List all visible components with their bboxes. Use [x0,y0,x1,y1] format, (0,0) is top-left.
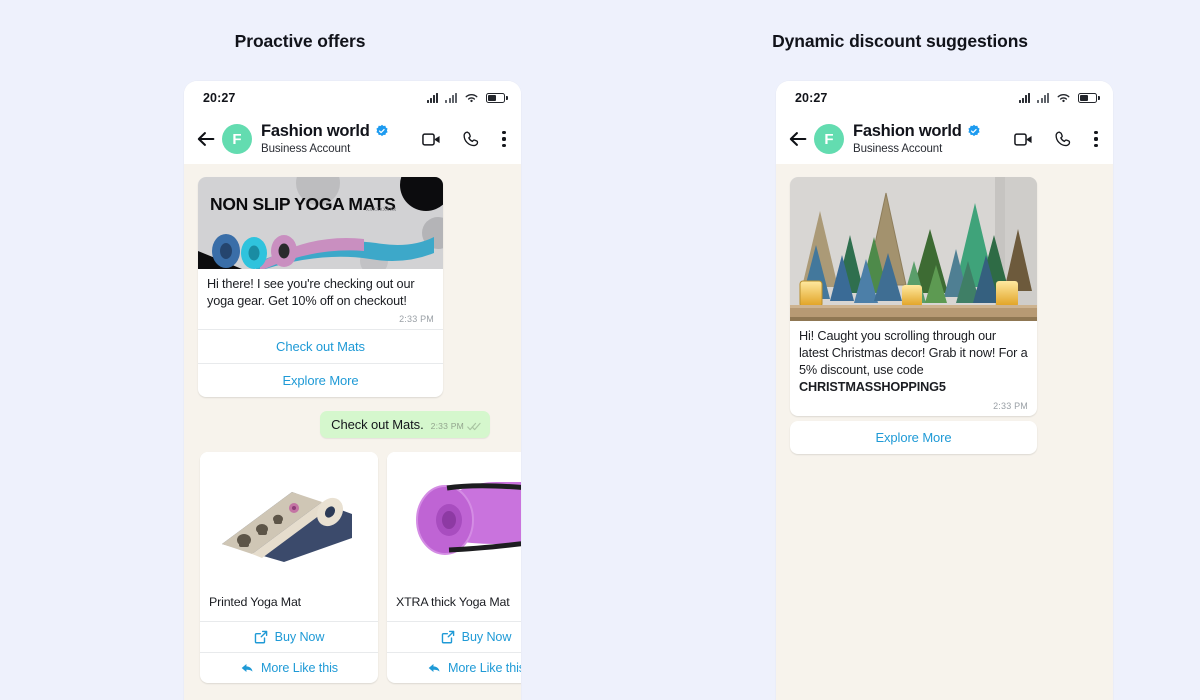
signal-bars-secondary-icon [1037,92,1049,103]
back-arrow-icon[interactable] [787,128,809,150]
offer-message-text: Hi there! I see you're checking out our … [207,277,415,309]
printed-yoga-mat-image [200,452,378,585]
status-icons [1018,92,1100,104]
product-buy-now-button[interactable]: Buy Now [200,621,378,652]
offer-message-time: 2:33 PM [993,400,1028,411]
christmas-decor-image [790,177,1037,321]
product-card: XTRA thick Yoga Mat Buy Now More Like th… [387,452,521,684]
double-check-icon [467,422,481,430]
verified-badge-icon [967,125,980,137]
more-options-icon[interactable] [502,131,506,147]
product-more-like-this-button[interactable]: More Like this [387,652,521,683]
signal-bars-icon [1018,92,1031,103]
chat-body[interactable]: NON SLIP YOGA MATS xxxxxxxxx Hi there! I… [184,164,521,700]
battery-icon [1078,92,1100,103]
contact-name: Fashion world [853,122,962,141]
external-link-icon [441,631,454,644]
offer-card: NON SLIP YOGA MATS xxxxxxxxx Hi there! I… [198,177,443,398]
header-names: Fashion world Business Account [853,122,1014,156]
signal-bars-icon [426,92,439,103]
outgoing-message-row: Check out Mats. 2:33 PM [198,411,507,439]
product-card: Printed Yoga Mat Buy Now More Like this [200,452,378,684]
contact-name: Fashion world [261,122,370,141]
product-more-like-this-button[interactable]: More Like this [200,652,378,683]
product-buy-now-label: Buy Now [461,630,512,645]
battery-icon [486,92,508,103]
status-bar: 20:27 [184,81,521,114]
status-icons [426,92,508,104]
contact-subtitle: Business Account [853,142,943,155]
reply-arrow-icon [428,664,440,673]
offer-action-explore-more[interactable]: Explore More [790,421,1037,454]
panel-dynamic-discount-suggestions: Dynamic discount suggestions 20:27 F Fas… [600,0,1200,700]
header-names: Fashion world Business Account [261,122,422,156]
product-buy-now-button[interactable]: Buy Now [387,621,521,652]
video-call-icon[interactable] [1014,130,1033,149]
product-more-like-this-label: More Like this [261,661,338,676]
christmas-trees-illustration [790,177,1037,321]
offer-card: Hi! Caught you scrolling through our lat… [790,177,1037,416]
product-more-like-this-label: More Like this [448,661,521,676]
panel-title-left: Proactive offers [234,31,366,51]
wifi-icon [1057,93,1070,102]
offer-action-check-out-mats[interactable]: Check out Mats [198,329,443,363]
voice-call-icon[interactable] [1054,130,1073,149]
chat-body[interactable]: Hi! Caught you scrolling through our lat… [776,164,1113,700]
offer-action-explore-more[interactable]: Explore More [198,363,443,397]
phone-mockup-right: 20:27 F Fashion world Business Account H… [776,81,1113,700]
product-buy-now-label: Buy Now [274,630,325,645]
video-call-icon[interactable] [422,130,441,149]
avatar[interactable]: F [814,124,844,154]
svg-text:xxxxxxxxx: xxxxxxxxx [366,207,397,213]
contact-subtitle: Business Account [261,142,351,155]
wifi-icon [465,93,478,102]
panel-title-right: Dynamic discount suggestions [772,31,1028,51]
more-options-icon[interactable] [1094,131,1098,147]
outgoing-time: 2:33 PM [430,421,464,432]
xtra-thick-yoga-mat-image [387,452,521,585]
header-actions [1014,130,1102,149]
chat-header: F Fashion world Business Account [184,114,521,164]
offer-message-text: Hi! Caught you scrolling through our lat… [790,321,1037,399]
status-bar: 20:27 [776,81,1113,114]
product-name: Printed Yoga Mat [209,595,301,610]
external-link-icon [254,631,267,644]
offer-action-card: Explore More [790,420,1037,454]
outgoing-bubble[interactable]: Check out Mats. 2:33 PM [320,411,490,439]
verified-badge-icon [375,125,388,137]
status-time: 20:27 [203,90,236,105]
header-actions [422,130,510,149]
status-time: 20:27 [795,90,828,105]
offer-message-body: Hi! Caught you scrolling through our lat… [799,329,1028,378]
signal-bars-secondary-icon [445,92,457,103]
promo-code: CHRISTMASSHOPPING5 [799,380,946,395]
reply-arrow-icon [241,664,253,673]
avatar[interactable]: F [222,124,252,154]
offer-message-time: 2:33 PM [399,314,434,325]
product-carousel[interactable]: Printed Yoga Mat Buy Now More Like this [200,452,521,684]
product-name: XTRA thick Yoga Mat [396,595,510,610]
yoga-mats-banner-image: NON SLIP YOGA MATS xxxxxxxxx [198,177,443,269]
outgoing-meta: 2:33 PM [431,421,481,432]
chat-header: F Fashion world Business Account [776,114,1113,164]
phone-mockup-left: 20:27 F Fashion world Business Account N… [184,81,521,700]
panel-proactive-offers: Proactive offers 20:27 F Fashion world B… [0,0,600,700]
voice-call-icon[interactable] [462,130,481,149]
outgoing-text: Check out Mats. [331,417,424,433]
back-arrow-icon[interactable] [195,128,217,150]
